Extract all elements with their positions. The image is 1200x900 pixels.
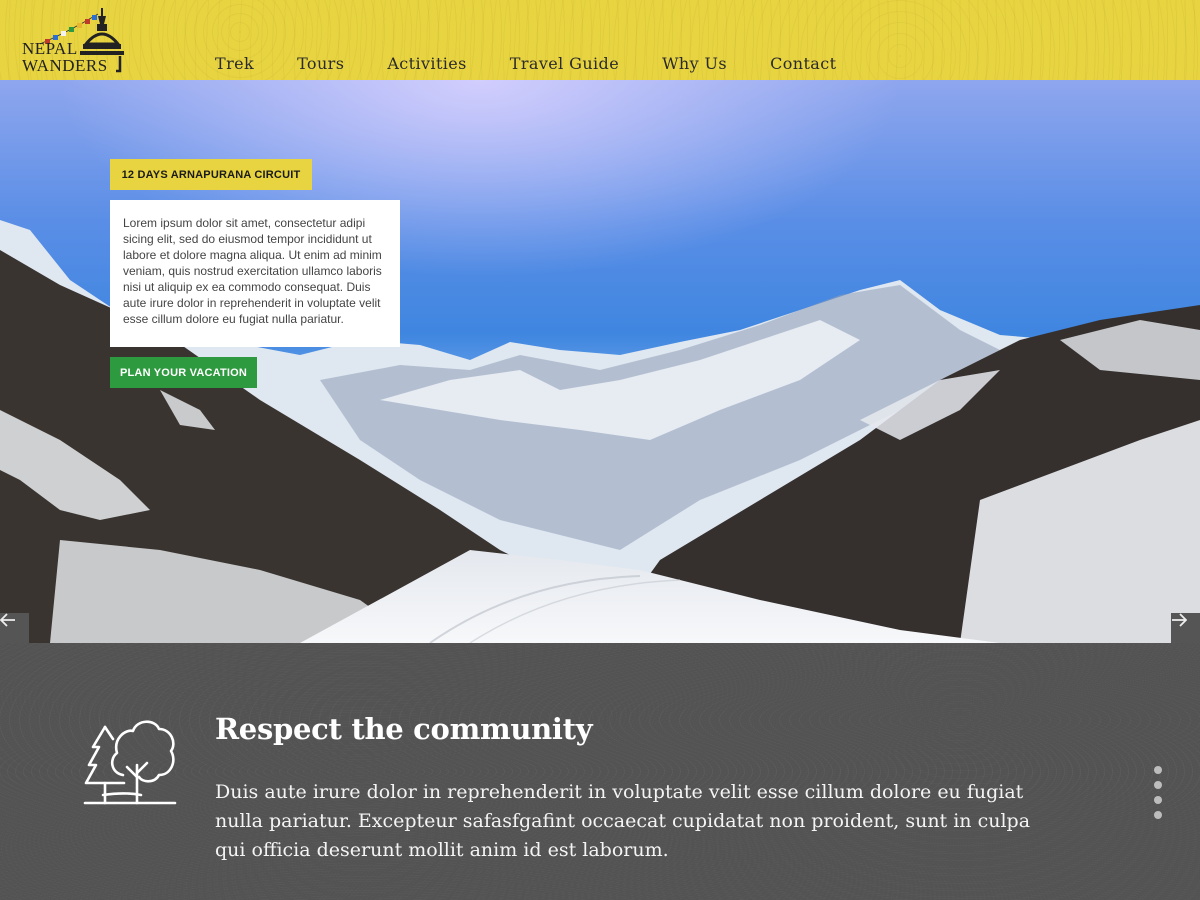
feature-title: Respect the community	[215, 712, 593, 746]
trip-tag: 12 DAYS ARNAPURANA CIRCUIT	[110, 159, 312, 190]
arrow-right-icon	[1172, 613, 1187, 627]
nav-item-activities[interactable]: Activities	[387, 54, 466, 73]
nav-item-contact[interactable]: Contact	[770, 54, 836, 73]
brand-line1: Nepal	[22, 39, 78, 58]
slider-prev-button[interactable]	[0, 613, 29, 643]
nav-item-travel-guide[interactable]: Travel Guide	[510, 54, 619, 73]
pagination-dot[interactable]	[1154, 781, 1162, 789]
trees-icon	[83, 720, 177, 805]
section-pagination	[1154, 766, 1162, 826]
slider-next-button[interactable]	[1171, 613, 1200, 643]
pagination-dot[interactable]	[1154, 811, 1162, 819]
site-header: Nepal Wanders Trek Tours Activities Trav…	[0, 0, 1200, 80]
feature-body: Duis aute irure dolor in reprehenderit i…	[215, 781, 1031, 861]
trip-description: Lorem ipsum dolor sit amet, consectetur …	[110, 200, 400, 347]
nav-item-tours[interactable]: Tours	[297, 54, 344, 73]
arrow-left-icon	[0, 613, 15, 627]
brand-line2: Wanders	[22, 56, 108, 75]
main-nav: Trek Tours Activities Travel Guide Why U…	[215, 54, 879, 73]
pagination-dot[interactable]	[1154, 796, 1162, 804]
plan-vacation-button[interactable]: PLAN YOUR VACATION	[110, 357, 257, 388]
brand-logo[interactable]: Nepal Wanders	[20, 6, 125, 74]
nav-item-trek[interactable]: Trek	[215, 54, 254, 73]
nav-item-why-us[interactable]: Why Us	[662, 54, 727, 73]
pagination-dot[interactable]	[1154, 766, 1162, 774]
hero-slider: 12 DAYS ARNAPURANA CIRCUIT Lorem ipsum d…	[0, 80, 1200, 643]
